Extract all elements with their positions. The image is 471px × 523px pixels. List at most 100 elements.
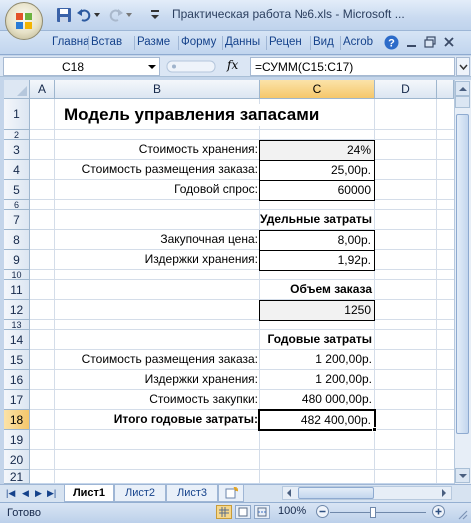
next-sheet-icon[interactable]: ▶ [35,488,42,499]
first-sheet-icon[interactable]: |◀ [6,488,15,499]
column-header-b[interactable]: B [55,80,260,99]
split-box[interactable] [455,96,470,108]
row-header-15[interactable]: 15 [4,350,30,370]
zoom-out-icon[interactable] [316,505,329,518]
order-cost-label: Стоимость размещения заказа: [81,162,258,176]
save-icon[interactable] [56,7,72,23]
column-header-d[interactable]: D [375,80,437,99]
row-header-11[interactable]: 11 [4,280,30,300]
resize-grip-icon[interactable] [456,508,468,520]
sheet-tab-1[interactable]: Лист1 [64,485,114,502]
storage-cost-cell[interactable]: 24% [259,140,375,161]
svg-text:?: ? [388,38,395,50]
prev-sheet-icon[interactable]: ◀ [22,488,29,499]
row-header-6[interactable]: 6 [4,200,30,210]
tab-acrobat[interactable]: Acrob [343,36,377,48]
row-header-5[interactable]: 5 [4,180,30,200]
normal-view-button[interactable] [216,505,232,519]
total-cell-selected[interactable]: 482 400,00р. [258,409,376,431]
annual-order-cost-cell[interactable]: 1 200,00р. [260,350,372,369]
row-header-18[interactable]: 18 [4,410,30,430]
zoom-in-icon[interactable] [432,505,445,518]
tab-home[interactable]: Главна [52,36,88,48]
row-header-20[interactable]: 20 [4,450,30,470]
order-cost-cell[interactable]: 25,00р. [259,160,375,181]
tab-divider [266,36,267,50]
row-header-9[interactable]: 9 [4,250,30,270]
zoom-slider-thumb[interactable] [370,507,376,518]
holding-cost-cell[interactable]: 1,92р. [259,250,375,271]
tab-page-layout[interactable]: Разме [137,36,177,48]
minimize-icon[interactable] [406,38,418,48]
insert-sheet-button[interactable] [218,485,244,502]
tab-insert[interactable]: Встав [91,36,133,48]
row-header-13[interactable]: 13 [4,320,30,330]
redo-icon[interactable] [108,7,124,23]
last-sheet-icon[interactable]: ▶| [47,488,56,499]
column-header-a[interactable]: A [30,80,55,99]
tab-formulas[interactable]: Форму [181,36,221,48]
insert-function-button[interactable]: fx [227,58,238,72]
annual-holding-cell[interactable]: 1 200,00р. [260,370,372,389]
office-button[interactable] [5,2,43,40]
redo-dropdown-icon[interactable] [126,12,132,18]
gridline [30,199,454,200]
scroll-left-icon[interactable] [286,489,292,497]
sheet-tab-2[interactable]: Лист2 [114,485,166,502]
annual-demand-cell[interactable]: 60000 [259,180,375,201]
formula-bar: C18 fx =СУММ(C15:C17) [0,56,471,77]
formula-input[interactable]: =СУММ(C15:C17) [250,57,455,76]
office-logo-icon [16,13,32,29]
horizontal-scroll-thumb[interactable] [298,487,374,499]
help-icon[interactable]: ? [384,35,399,50]
name-box-dropdown-icon[interactable] [148,65,156,69]
row-header-16[interactable]: 16 [4,370,30,390]
row-header-8[interactable]: 8 [4,230,30,250]
row-header-10[interactable]: 10 [4,270,30,280]
row-header-17[interactable]: 17 [4,390,30,410]
page-layout-view-button[interactable] [235,505,251,519]
scroll-up-button[interactable] [455,81,470,96]
undo-dropdown-icon[interactable] [94,12,100,18]
page-break-view-button[interactable] [254,505,270,519]
purchase-price-cell[interactable]: 8,00р. [259,230,375,251]
scroll-down-button[interactable] [455,468,470,483]
name-box-value: C18 [62,60,85,74]
customize-toolbar-icon[interactable] [150,9,160,21]
arrow-up-icon [459,87,467,91]
purchase-cost-label: Стоимость закупки: [149,392,258,406]
formula-bar-expand-button[interactable] [456,57,470,76]
name-box[interactable]: C18 [3,57,160,76]
row-header-1[interactable]: 1 [4,99,30,130]
row-header-14[interactable]: 14 [4,330,30,350]
order-size-cell[interactable]: 1250 [259,300,375,321]
column-header-e[interactable] [437,80,454,99]
tab-divider [178,36,179,50]
vertical-scroll-thumb[interactable] [456,114,469,434]
gridline [436,99,437,483]
row-header-3[interactable]: 3 [4,140,30,160]
row-header-12[interactable]: 12 [4,300,30,320]
select-all-button[interactable] [4,80,30,99]
row-header-2[interactable]: 2 [4,130,30,140]
row-header-4[interactable]: 4 [4,160,30,180]
close-icon[interactable] [443,36,455,48]
column-header-c[interactable]: C [260,80,375,99]
restore-icon[interactable] [424,36,436,48]
sheet-tab-3[interactable]: Лист3 [166,485,218,502]
zoom-slider-track[interactable] [330,512,426,513]
total-label: Итого годовые затраты: [113,412,258,426]
tab-review[interactable]: Рецен [269,36,309,48]
zoom-level[interactable]: 100% [278,505,306,517]
undo-icon[interactable] [76,7,92,23]
row-header-21[interactable]: 21 [4,470,30,484]
row-header-7[interactable]: 7 [4,210,30,230]
row-header-19[interactable]: 19 [4,430,30,450]
gridline [30,279,454,280]
tab-data[interactable]: Данны [225,36,265,48]
formula-bar-resize-icon[interactable] [166,59,216,74]
fill-handle[interactable] [372,427,377,432]
tab-view[interactable]: Вид [313,36,339,48]
purchase-cost-cell[interactable]: 480 000,00р. [260,390,372,409]
scroll-right-icon[interactable] [441,489,447,497]
